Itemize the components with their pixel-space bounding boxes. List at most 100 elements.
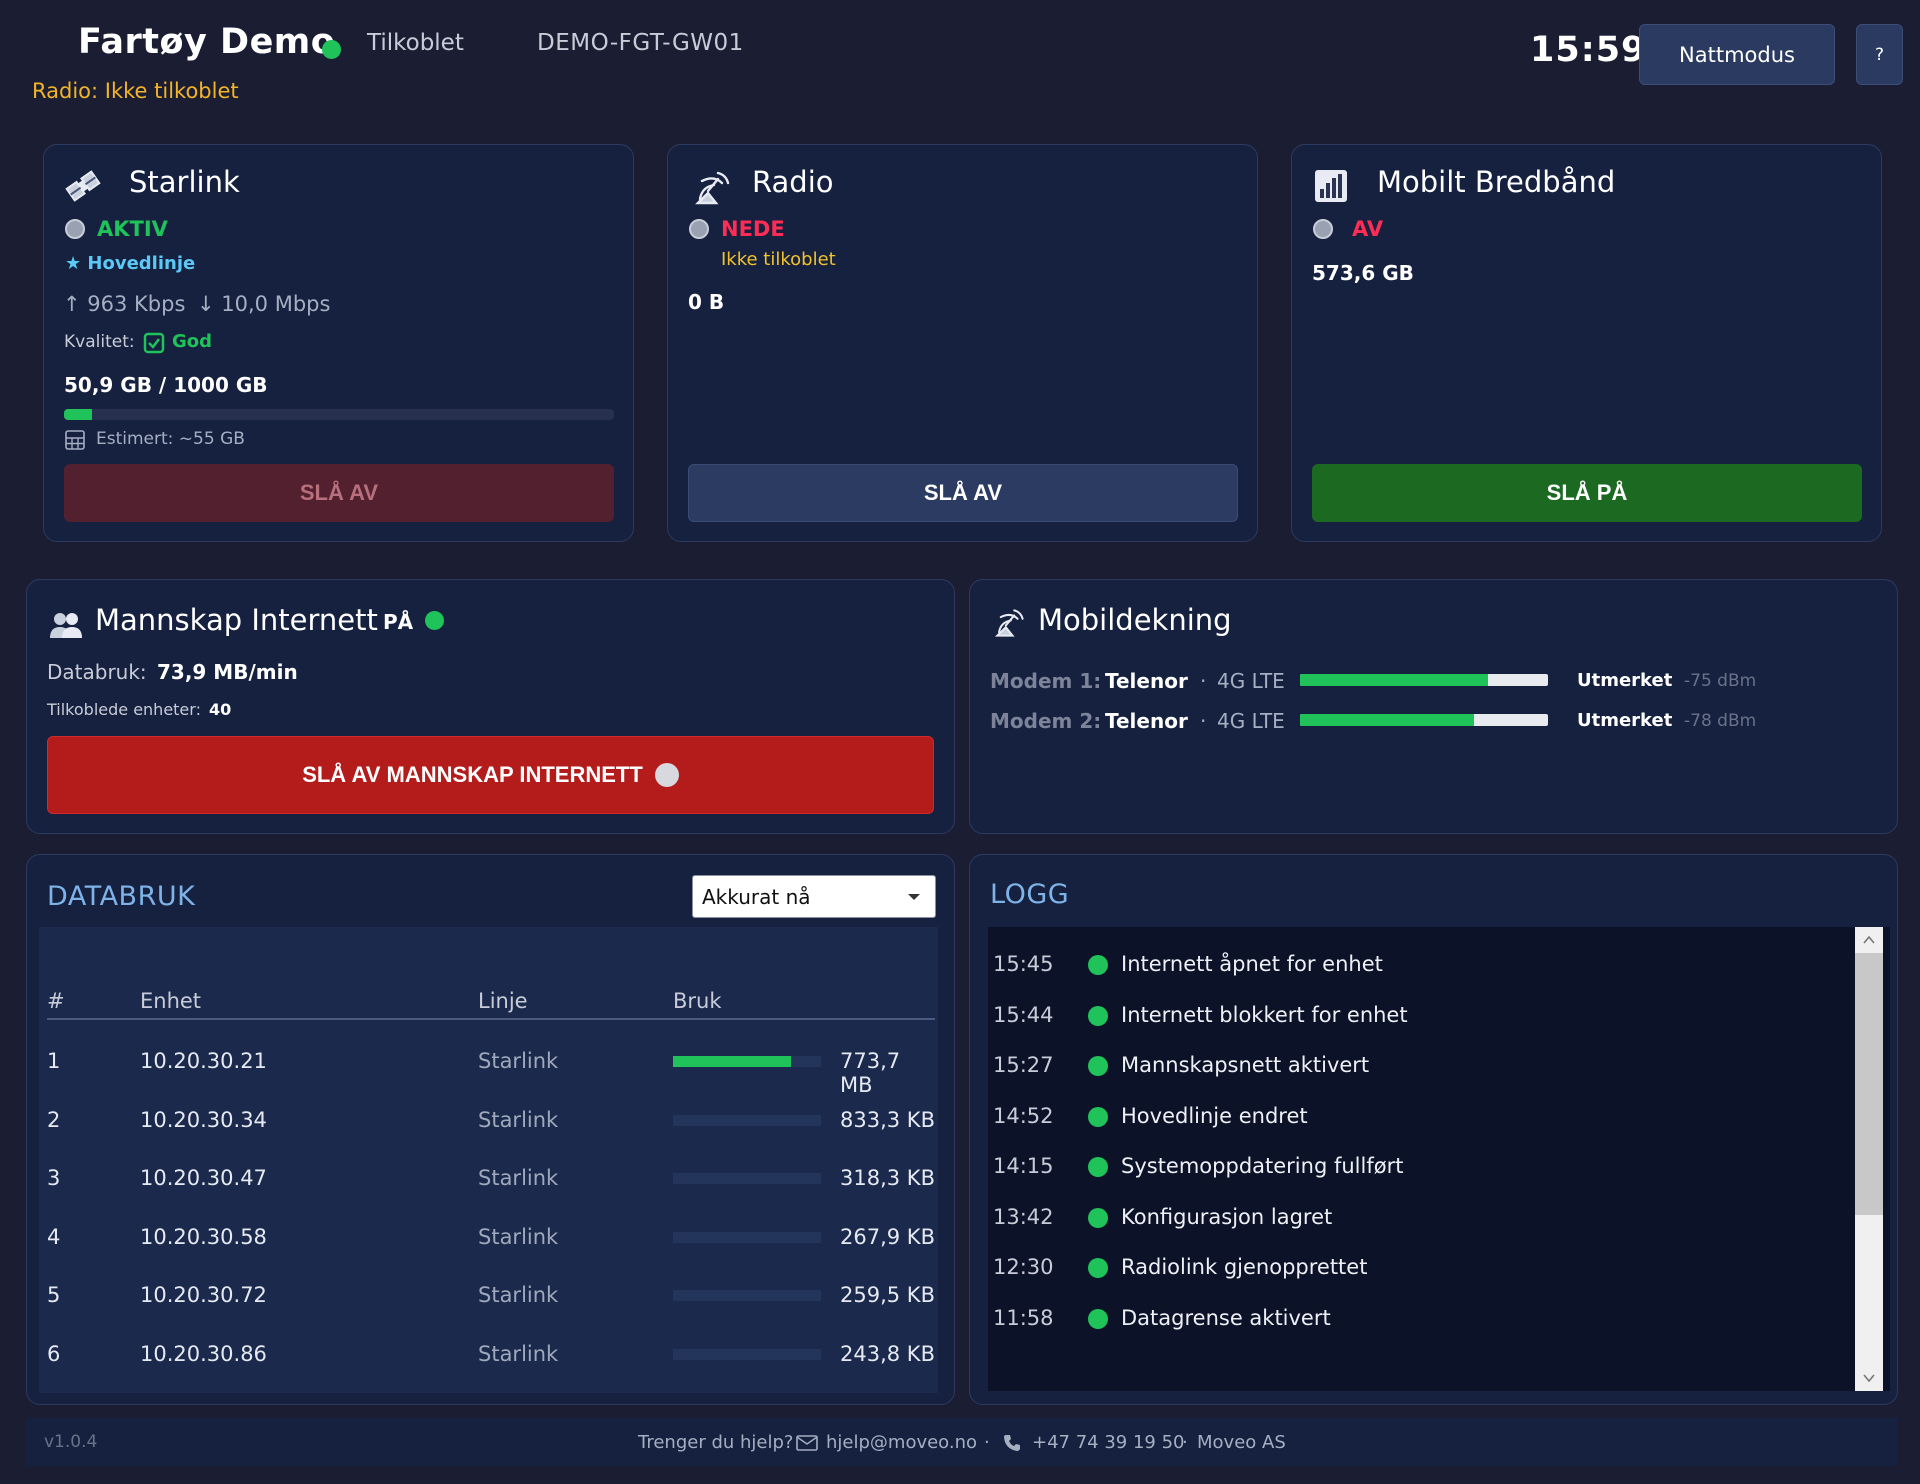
row-device-ip: 10.20.30.34 [140, 1107, 267, 1132]
col-header-device: Enhet [140, 989, 202, 1013]
main-line-badge: ★ Hovedlinje [65, 253, 196, 274]
modem-2-operator: Telenor [1105, 709, 1188, 733]
log-status-dot [1088, 1207, 1108, 1228]
col-header-line: Linje [478, 989, 528, 1013]
period-select[interactable]: Akkurat nå [692, 875, 936, 918]
row-usage-bar [673, 1114, 821, 1126]
row-usage-bar [673, 1231, 821, 1243]
company-name: Moveo AS [1197, 1432, 1286, 1453]
log-entry: 15:45 Internett åpnet for enhet [988, 952, 1848, 984]
row-line: Starlink [478, 1107, 559, 1132]
log-time: 15:44 [993, 1002, 1054, 1027]
row-line: Starlink [478, 1049, 559, 1073]
log-time: 12:30 [993, 1255, 1054, 1279]
mobile-title: Mobilt Bredbånd [1377, 165, 1616, 199]
log-status-dot [1088, 955, 1108, 975]
row-line: Starlink [478, 1283, 559, 1307]
scroll-up-icon[interactable] [1863, 935, 1875, 945]
table-row: 5 10.20.30.72 Starlink 259,5 KB [39, 1283, 938, 1323]
log-message: Datagrense aktivert [1121, 1305, 1331, 1330]
row-device-ip: 10.20.30.58 [140, 1224, 267, 1249]
footer-help-text: Trenger du hjelp? [638, 1432, 794, 1453]
crew-state-dot [425, 611, 444, 630]
starlink-title: Starlink [129, 165, 240, 199]
crew-internet-off-button[interactable]: SLÅ AV MANNSKAP INTERNETT [47, 736, 934, 814]
antenna-icon [994, 609, 1024, 637]
log-entry: 11:58 Datagrense aktivert [988, 1306, 1848, 1338]
antenna-icon [695, 171, 730, 205]
help-button[interactable]: ? [1856, 24, 1903, 85]
table-row: 3 10.20.30.47 Starlink 318,3 KB [39, 1166, 938, 1206]
support-email-link[interactable]: hjelp@moveo.no [826, 1432, 977, 1453]
row-index: 4 [47, 1224, 61, 1249]
crew-state: PÅ [383, 610, 414, 634]
log-title: LOGG [990, 879, 1070, 910]
mobile-toggle-button[interactable]: SLÅ PÅ [1312, 464, 1862, 522]
log-entry: 13:42 Konfigurasjon lagret [988, 1205, 1848, 1237]
footer-sep-2: · [1182, 1432, 1188, 1453]
crew-data-value: 73,9 MB/min [157, 660, 298, 684]
mobile-broadband-card: Mobilt Bredbånd AV 573,6 GB SLÅ PÅ [1291, 144, 1882, 542]
log-scrollbar[interactable] [1855, 927, 1883, 1391]
radio-state: NEDE [721, 217, 785, 241]
modem-1-signal-bar [1300, 674, 1548, 686]
row-usage: 259,5 KB [840, 1283, 935, 1307]
log-time: 14:15 [993, 1154, 1054, 1178]
starlink-state-indicator [65, 219, 85, 239]
log-entry: 12:30 Radiolink gjenopprettet [988, 1255, 1848, 1287]
scroll-down-icon[interactable] [1863, 1373, 1875, 1383]
mobile-state-indicator [1313, 219, 1333, 239]
log-list: 15:45 Internett åpnet for enhet 15:44 In… [988, 927, 1890, 1391]
radio-title: Radio [752, 165, 834, 199]
data-usage-panel: DATABRUK Akkurat nå # Enhet Linje Bruk 1… [26, 854, 955, 1405]
modem-2-tech: 4G LTE [1217, 709, 1285, 733]
crew-button-indicator [654, 763, 679, 787]
starlink-toggle-button[interactable]: SLÅ AV [64, 464, 614, 522]
modem-2-dbm: -78 dBm [1684, 711, 1757, 731]
radio-substate: Ikke tilkoblet [721, 249, 836, 270]
crew-devices-label: Tilkoblede enheter: [47, 700, 201, 719]
log-entry: 14:15 Systemoppdatering fullført [988, 1154, 1848, 1186]
modem-1-dbm: -75 dBm [1684, 671, 1757, 691]
table-header-divider [47, 1018, 935, 1020]
connection-status: Tilkoblet [367, 30, 464, 56]
radio-toggle-button[interactable]: SLÅ AV [688, 464, 1238, 522]
log-scrollbar-thumb[interactable] [1855, 953, 1883, 1215]
table-row: 2 10.20.30.34 Starlink 833,3 KB [39, 1108, 938, 1148]
log-time: 11:58 [993, 1305, 1054, 1330]
clock: 15:59 [1530, 30, 1647, 70]
table-row: 4 10.20.30.58 Starlink 267,9 KB [39, 1225, 938, 1265]
connection-status-dot [322, 40, 341, 59]
period-select-value: Akkurat nå [702, 885, 811, 909]
mobile-coverage-card: Mobildekning Modem 1: Telenor · 4G LTE U… [969, 579, 1898, 834]
crew-button-label: SLÅ AV MANNSKAP INTERNETT [302, 762, 643, 787]
crew-title: Mannskap Internett [95, 603, 378, 637]
night-mode-button[interactable]: Nattmodus [1639, 24, 1835, 85]
col-header-usage: Bruk [673, 989, 722, 1013]
row-device-ip: 10.20.30.72 [140, 1283, 267, 1307]
row-index: 1 [47, 1049, 61, 1073]
modem-2-quality: Utmerket [1577, 710, 1673, 731]
crew-devices-value: 40 [209, 700, 232, 719]
starlink-usage: 50,9 GB / 1000 GB [64, 373, 268, 397]
crew-internet-card: Mannskap Internett PÅ Databruk: 73,9 MB/… [26, 579, 955, 834]
log-status-dot [1088, 1157, 1108, 1177]
row-device-ip: 10.20.30.21 [140, 1049, 267, 1073]
modem-1-label: Modem 1: [990, 669, 1102, 693]
check-icon [143, 332, 165, 354]
col-header-index: # [47, 989, 65, 1013]
log-message: Systemoppdatering fullført [1121, 1154, 1404, 1178]
row-device-ip: 10.20.30.47 [140, 1166, 267, 1190]
log-status-dot [1088, 1005, 1108, 1026]
phone-icon [1004, 1435, 1020, 1451]
upload-speed: ↑ 963 Kbps [63, 292, 186, 316]
row-usage-bar [673, 1348, 821, 1360]
starlink-card: Starlink AKTIV ★ Hovedlinje ↑ 963 Kbps ↓… [43, 144, 634, 542]
starlink-state: AKTIV [97, 217, 168, 241]
row-index: 2 [47, 1107, 61, 1132]
row-line: Starlink [478, 1341, 559, 1366]
support-phone-link[interactable]: +47 74 39 19 50 [1032, 1432, 1185, 1453]
device-id: DEMO-FGT-GW01 [537, 30, 744, 56]
quality-label: Kvalitet: [64, 332, 135, 352]
data-usage-table: # Enhet Linje Bruk 1 10.20.30.21 Starlin… [39, 927, 938, 1393]
